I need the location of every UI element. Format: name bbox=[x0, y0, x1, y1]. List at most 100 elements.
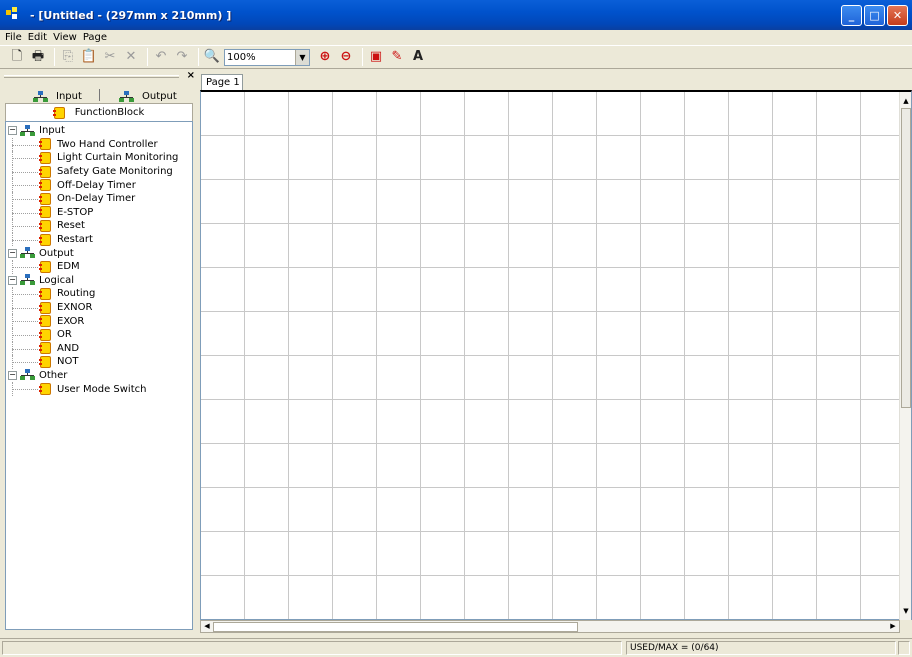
delete-icon[interactable]: ✕ bbox=[122, 48, 140, 66]
menu-file[interactable]: File bbox=[4, 32, 27, 43]
tree-item[interactable]: User Mode Switch bbox=[6, 382, 192, 396]
tree-item[interactable]: Restart bbox=[6, 232, 192, 247]
tree-item[interactable]: Reset bbox=[6, 219, 192, 233]
scroll-left-icon[interactable]: ◀ bbox=[201, 621, 213, 632]
vertical-scrollbar[interactable]: ▲ ▼ bbox=[899, 92, 911, 620]
tree-item[interactable]: Light Curtain Monitoring bbox=[6, 151, 192, 165]
menu-view[interactable]: View bbox=[52, 32, 82, 43]
collapse-icon[interactable]: − bbox=[8, 126, 17, 136]
text-tool-icon[interactable]: A bbox=[409, 48, 427, 66]
scroll-up-icon[interactable]: ▲ bbox=[900, 94, 912, 108]
function-block-icon bbox=[39, 151, 51, 164]
tree-group-other[interactable]: − Other bbox=[6, 369, 192, 383]
undo-icon[interactable]: ↶ bbox=[152, 48, 170, 66]
tree-item-label: EDM bbox=[57, 261, 80, 273]
toolbar-separator bbox=[147, 48, 148, 66]
menu-page[interactable]: Page bbox=[82, 32, 112, 43]
function-block-icon bbox=[39, 260, 51, 273]
copy-icon[interactable]: ⎘ bbox=[59, 48, 77, 66]
app-icon bbox=[6, 7, 22, 23]
scrollbar-thumb[interactable] bbox=[213, 622, 578, 632]
function-block-icon bbox=[39, 179, 51, 192]
chevron-down-icon[interactable]: ▼ bbox=[295, 49, 309, 65]
tab-function-block[interactable]: FunctionBlock bbox=[5, 103, 193, 121]
menu-bar: File Edit View Page bbox=[0, 30, 912, 44]
tab-input-label: Input bbox=[56, 91, 82, 102]
tab-divider bbox=[99, 89, 100, 101]
edit-properties-icon[interactable]: ✎ bbox=[388, 48, 406, 66]
function-block-icon bbox=[39, 233, 51, 246]
tree-item-label: EXOR bbox=[57, 315, 85, 327]
tree-item[interactable]: NOT bbox=[6, 355, 192, 369]
function-block-icon bbox=[39, 192, 51, 205]
tree-group-output[interactable]: − Output bbox=[6, 246, 192, 260]
paste-icon[interactable]: 📋 bbox=[80, 48, 98, 66]
function-block-icon bbox=[39, 342, 51, 355]
tree-item-label: EXNOR bbox=[57, 302, 93, 314]
zoom-select[interactable]: 100% ▼ bbox=[224, 48, 310, 66]
function-block-icon bbox=[52, 106, 65, 119]
network-icon bbox=[20, 247, 35, 259]
function-block-tree: − Input Two Hand Controller Light Curtai… bbox=[5, 121, 193, 630]
collapse-icon[interactable]: − bbox=[8, 275, 17, 285]
function-block-icon bbox=[39, 165, 51, 178]
close-button[interactable]: ✕ bbox=[887, 5, 908, 26]
horizontal-scrollbar[interactable]: ◀ ▶ bbox=[200, 620, 900, 633]
minimize-button[interactable]: _ bbox=[841, 5, 862, 26]
tree-item[interactable]: Routing bbox=[6, 287, 192, 301]
tree-item[interactable]: Off-Delay Timer bbox=[6, 178, 192, 192]
tab-function-block-label: FunctionBlock bbox=[74, 107, 145, 118]
function-block-icon bbox=[39, 315, 51, 328]
used-max-counter: USED/MAX = (0/64) bbox=[626, 641, 896, 655]
remove-page-icon[interactable]: ⊖ bbox=[337, 48, 355, 66]
resize-grip-icon[interactable] bbox=[898, 641, 910, 655]
tree-item[interactable]: On-Delay Timer bbox=[6, 191, 192, 206]
tree-item-label: E-STOP bbox=[57, 206, 94, 218]
redo-icon[interactable]: ↷ bbox=[173, 48, 191, 66]
collapse-icon[interactable]: − bbox=[8, 248, 17, 258]
scroll-down-icon[interactable]: ▼ bbox=[900, 604, 912, 618]
scroll-right-icon[interactable]: ▶ bbox=[887, 621, 899, 632]
tree-item-label: Routing bbox=[57, 288, 96, 300]
tree-item[interactable]: AND bbox=[6, 341, 192, 356]
collapse-icon[interactable]: − bbox=[8, 370, 17, 380]
tree-item-label: User Mode Switch bbox=[57, 383, 147, 395]
tree-item-label: Safety Gate Monitoring bbox=[57, 166, 173, 178]
zoom-value: 100% bbox=[227, 51, 256, 63]
tree-item[interactable]: EDM bbox=[6, 259, 192, 274]
add-page-icon[interactable]: ⊕ bbox=[316, 48, 334, 66]
tree-item[interactable]: Two Hand Controller bbox=[6, 137, 192, 152]
tree-item-label: Reset bbox=[57, 220, 85, 232]
function-block-icon bbox=[39, 206, 51, 219]
function-block-icon bbox=[39, 287, 51, 300]
function-block-icon bbox=[39, 219, 51, 232]
tree-item[interactable]: EXNOR bbox=[6, 300, 192, 315]
function-block-panel: × Input Output FunctionBlock − Input Two… bbox=[0, 70, 197, 632]
panel-close-icon[interactable]: × bbox=[187, 70, 195, 81]
tab-page-1[interactable]: Page 1 bbox=[201, 74, 243, 90]
tree-group-logical[interactable]: − Logical bbox=[6, 274, 192, 288]
design-canvas[interactable]: ▲ ▼ bbox=[200, 90, 912, 620]
menu-edit[interactable]: Edit bbox=[27, 32, 52, 43]
tree-item[interactable]: E-STOP bbox=[6, 205, 192, 220]
tree-item-label: AND bbox=[57, 342, 80, 354]
tree-group-label: Logical bbox=[39, 274, 75, 286]
scrollbar-thumb[interactable] bbox=[901, 108, 911, 408]
tree-item[interactable]: OR bbox=[6, 327, 192, 342]
export-pdf-icon[interactable]: ▣ bbox=[367, 48, 385, 66]
tree-item[interactable]: EXOR bbox=[6, 314, 192, 328]
maximize-button[interactable]: □ bbox=[864, 5, 885, 26]
status-bar: USED/MAX = (0/64) bbox=[0, 638, 912, 657]
tree-item-label: On-Delay Timer bbox=[57, 193, 136, 205]
new-document-icon[interactable]: 🗋 bbox=[8, 48, 26, 66]
tree-group-label: Input bbox=[39, 125, 65, 137]
function-block-icon bbox=[39, 383, 51, 396]
panel-grip[interactable] bbox=[4, 75, 179, 78]
tree-group-input[interactable]: − Input bbox=[6, 124, 192, 138]
print-icon[interactable]: 🖶 bbox=[29, 48, 47, 66]
zoom-icon[interactable]: 🔍 bbox=[203, 48, 221, 66]
window-title: - [Untitled - (297mm x 210mm) ] bbox=[30, 8, 232, 22]
cut-icon[interactable]: ✂ bbox=[101, 48, 119, 66]
tree-item[interactable]: Safety Gate Monitoring bbox=[6, 164, 192, 179]
network-icon bbox=[20, 124, 35, 137]
